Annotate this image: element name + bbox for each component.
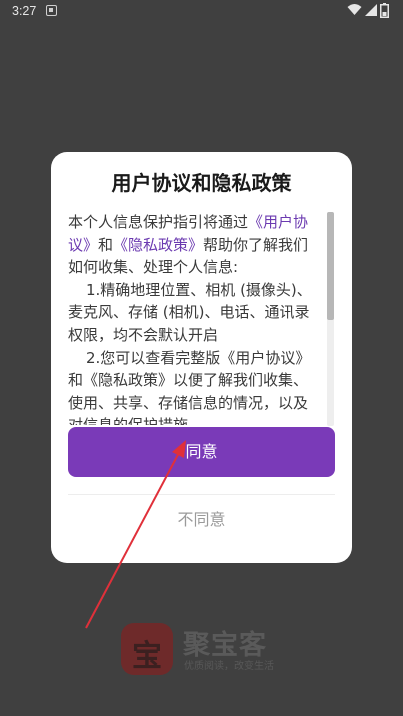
point-1: 1.精确地理位置、相机 (摄像头)、麦克风、存储 (相机)、电话、通讯录权限，均… [68, 280, 312, 344]
dialog-title: 用户协议和隐私政策 [111, 171, 292, 195]
brand-logo: 宝 [121, 623, 173, 675]
status-bar: 3:27 [0, 0, 403, 24]
agree-button[interactable]: 同意 [68, 427, 335, 477]
signal-icon [365, 4, 377, 16]
privacy-dialog: 用户协议和隐私政策 本个人信息保护指引将通过《用户协议》和《隐私政策》帮助你了解… [51, 152, 352, 563]
disagree-button[interactable]: 不同意 [68, 499, 335, 541]
point-2: 2.您可以查看完整版《用户协议》和《隐私政策》以便了解我们收集、使用、共享、存储… [68, 348, 311, 425]
status-time: 3:27 [12, 4, 37, 18]
content-scrollbar-thumb[interactable] [327, 212, 334, 320]
brand-splash: 宝 聚宝客 优质阅读，改变生活 [121, 620, 291, 676]
intro-text-1: 本个人信息保护指引将通过 [68, 213, 249, 231]
battery-icon [380, 3, 389, 18]
intro-paragraph: 本个人信息保护指引将通过《用户协议》和《隐私政策》帮助你了解我们如何收集、处理个… [68, 211, 318, 279]
privacy-policy-link[interactable]: 《隐私政策》 [113, 236, 203, 254]
brand-slogan: 优质阅读，改变生活 [184, 661, 274, 672]
brand-logo-char: 宝 [132, 639, 162, 674]
dialog-content[interactable]: 本个人信息保护指引将通过《用户协议》和《隐私政策》帮助你了解我们如何收集、处理个… [68, 211, 318, 425]
notification-icon [46, 5, 57, 16]
intro-and-text: 和 [98, 235, 114, 254]
button-divider [68, 494, 335, 495]
wifi-icon [347, 4, 362, 15]
